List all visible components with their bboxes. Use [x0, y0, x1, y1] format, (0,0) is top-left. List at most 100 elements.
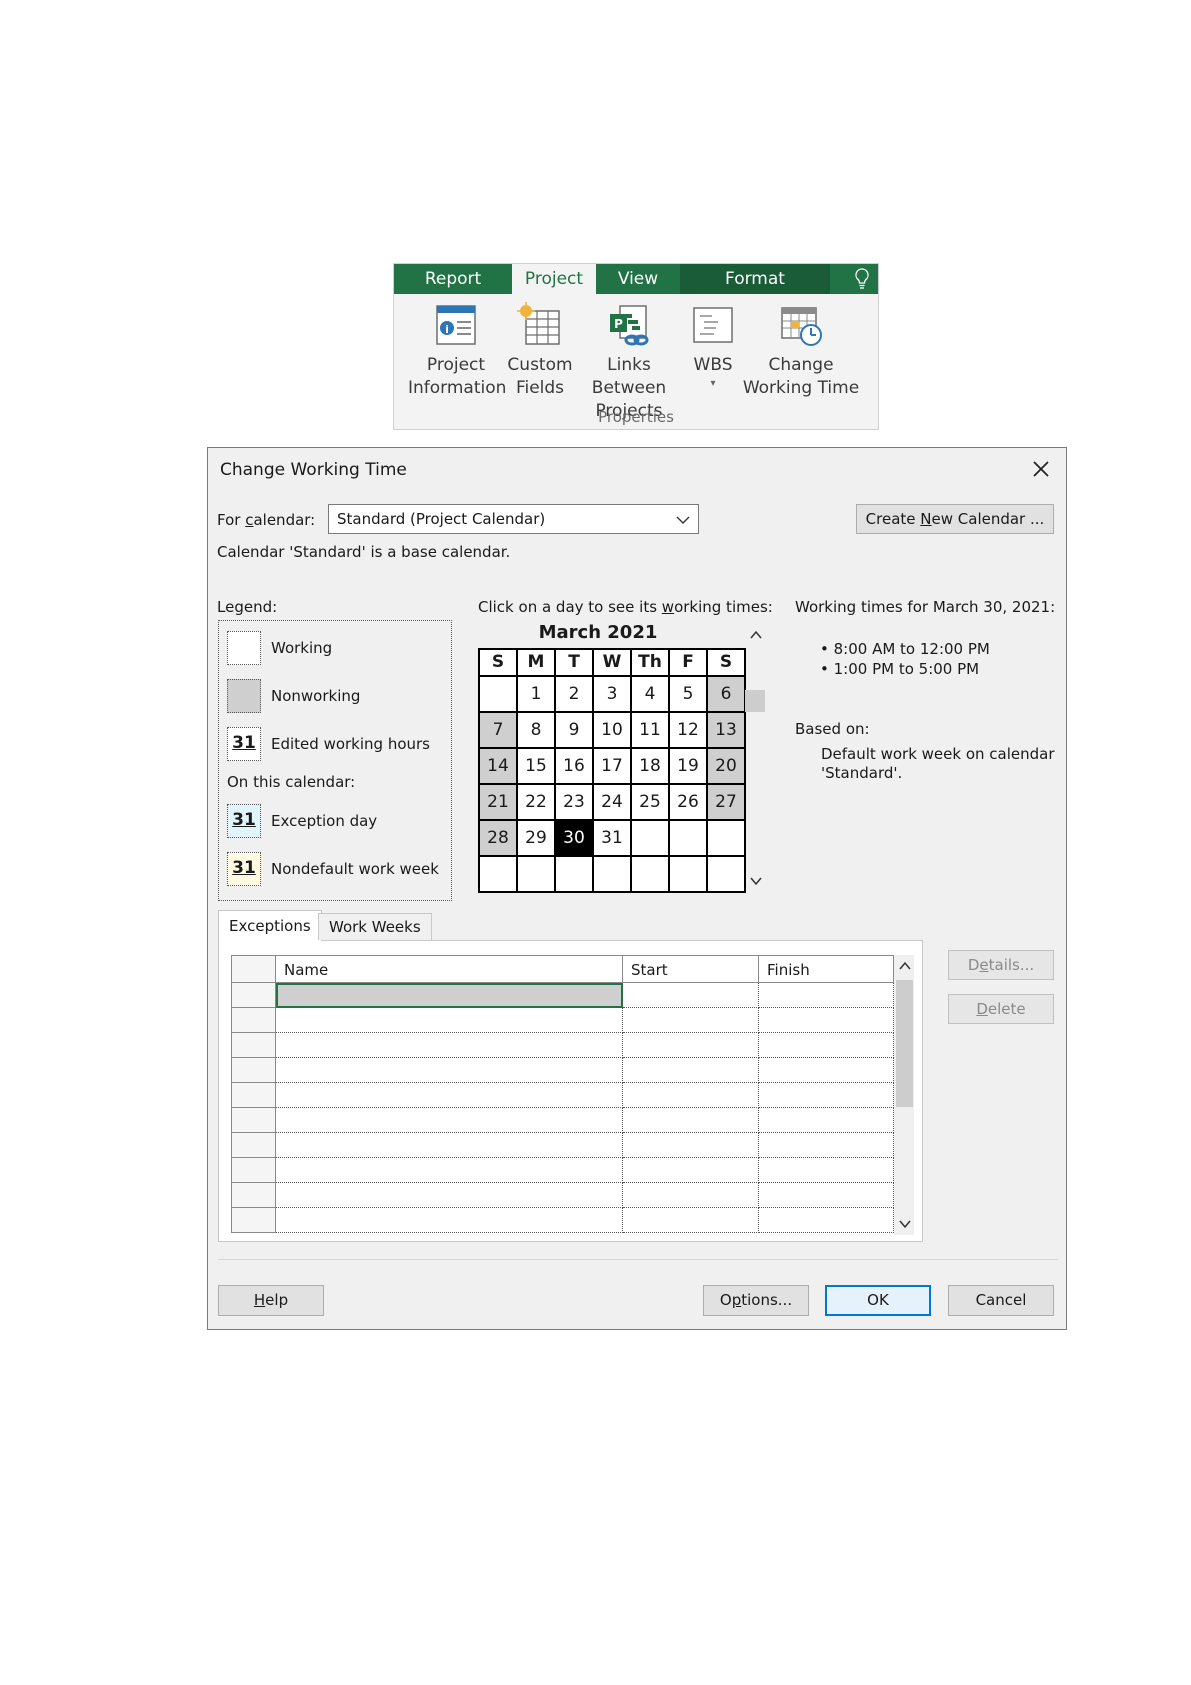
calendar-day-cell[interactable]: 9 [556, 713, 594, 749]
tab-format[interactable]: Format [680, 264, 830, 294]
wbs-dropdown-arrow-icon[interactable]: ▾ [684, 377, 742, 391]
table-scroll-thumb[interactable] [896, 980, 913, 1107]
tab-view[interactable]: View [596, 264, 680, 294]
row-header-cell[interactable] [231, 1033, 276, 1058]
calendar-day-cell[interactable]: 26 [670, 785, 708, 821]
start-cell[interactable] [623, 1158, 759, 1183]
close-icon[interactable] [1028, 456, 1054, 482]
calendar-day-cell[interactable]: 21 [480, 785, 518, 821]
start-cell[interactable] [623, 1183, 759, 1208]
calendar-day-cell[interactable]: 13 [708, 713, 746, 749]
calendar-day-cell[interactable]: 23 [556, 785, 594, 821]
start-cell[interactable] [623, 1058, 759, 1083]
name-cell[interactable] [276, 1158, 623, 1183]
row-header-cell[interactable] [231, 1008, 276, 1033]
calendar-day-cell[interactable]: 8 [518, 713, 556, 749]
name-cell[interactable] [276, 1083, 623, 1108]
row-header-cell[interactable] [231, 1133, 276, 1158]
table-scroll-up-icon[interactable] [898, 960, 912, 972]
calendar-day-cell[interactable]: 19 [670, 749, 708, 785]
table-scroll-down-icon[interactable] [898, 1218, 912, 1230]
start-cell[interactable] [623, 1133, 759, 1158]
finish-cell[interactable] [759, 1133, 894, 1158]
name-cell[interactable] [276, 1208, 623, 1233]
name-cell[interactable] [276, 983, 623, 1008]
table-row[interactable] [231, 1183, 894, 1208]
calendar-day-cell[interactable]: 20 [708, 749, 746, 785]
calendar-scroll-thumb[interactable] [745, 690, 765, 712]
calendar-day-cell[interactable]: 3 [594, 677, 632, 713]
finish-cell[interactable] [759, 1183, 894, 1208]
table-row[interactable] [231, 1008, 894, 1033]
calendar-day-cell[interactable]: 31 [594, 821, 632, 857]
table-row[interactable] [231, 1108, 894, 1133]
table-row[interactable] [231, 1058, 894, 1083]
calendar-day-cell[interactable]: 30 [556, 821, 594, 857]
column-header-finish[interactable]: Finish [759, 955, 894, 983]
table-row[interactable] [231, 1208, 894, 1233]
start-cell[interactable] [623, 1033, 759, 1058]
name-cell[interactable] [276, 1183, 623, 1208]
delete-button[interactable]: Delete [948, 994, 1054, 1024]
project-information-button[interactable]: i Project Information [408, 302, 506, 400]
tab-report[interactable]: Report [394, 264, 512, 294]
calendar-day-cell[interactable]: 29 [518, 821, 556, 857]
links-between-projects-button[interactable]: P Links Between Projects [574, 302, 684, 423]
finish-cell[interactable] [759, 983, 894, 1008]
ok-button[interactable]: OK [825, 1285, 931, 1316]
help-button[interactable]: Help [218, 1285, 324, 1316]
calendar-day-cell[interactable]: 14 [480, 749, 518, 785]
start-cell[interactable] [623, 1208, 759, 1233]
name-cell[interactable] [276, 1033, 623, 1058]
calendar-day-cell[interactable]: 7 [480, 713, 518, 749]
calendar-scroll-down-icon[interactable] [748, 874, 764, 888]
table-row[interactable] [231, 1033, 894, 1058]
finish-cell[interactable] [759, 1083, 894, 1108]
calendar-day-cell[interactable]: 1 [518, 677, 556, 713]
calendar-day-cell[interactable]: 18 [632, 749, 670, 785]
finish-cell[interactable] [759, 1033, 894, 1058]
month-calendar[interactable]: S M T W Th F S 1 2 3 4 5 6 7 8 9 10 11 12 13 14 15 16 17 18 19 20 2… [478, 648, 746, 893]
finish-cell[interactable] [759, 1108, 894, 1133]
calendar-day-cell[interactable]: 27 [708, 785, 746, 821]
for-calendar-select[interactable]: Standard (Project Calendar) [328, 504, 699, 534]
table-row[interactable] [231, 1083, 894, 1108]
cancel-button[interactable]: Cancel [948, 1285, 1054, 1316]
change-working-time-button[interactable]: Change Working Time [742, 302, 860, 400]
calendar-day-cell[interactable]: 24 [594, 785, 632, 821]
name-cell[interactable] [276, 1133, 623, 1158]
start-cell[interactable] [623, 1108, 759, 1133]
wbs-button[interactable]: WBS ▾ [684, 302, 742, 391]
tell-me-lightbulb-icon[interactable] [854, 267, 870, 291]
calendar-day-cell[interactable]: 5 [670, 677, 708, 713]
finish-cell[interactable] [759, 1208, 894, 1233]
custom-fields-button[interactable]: Custom Fields [506, 302, 574, 400]
calendar-day-cell[interactable]: 2 [556, 677, 594, 713]
row-header-cell[interactable] [231, 1058, 276, 1083]
calendar-day-cell[interactable]: 15 [518, 749, 556, 785]
table-row[interactable] [231, 983, 894, 1008]
calendar-scroll-up-icon[interactable] [748, 628, 764, 642]
options-button[interactable]: Options... [703, 1285, 809, 1316]
tab-exceptions[interactable]: Exceptions [218, 910, 322, 941]
row-header-cell[interactable] [231, 1158, 276, 1183]
column-header-start[interactable]: Start [623, 955, 759, 983]
start-cell[interactable] [623, 1008, 759, 1033]
name-cell[interactable] [276, 1058, 623, 1083]
start-cell[interactable] [623, 983, 759, 1008]
finish-cell[interactable] [759, 1158, 894, 1183]
calendar-day-cell[interactable]: 17 [594, 749, 632, 785]
finish-cell[interactable] [759, 1058, 894, 1083]
table-row[interactable] [231, 1158, 894, 1183]
calendar-day-cell[interactable]: 12 [670, 713, 708, 749]
calendar-day-cell[interactable]: 28 [480, 821, 518, 857]
exceptions-table[interactable]: Name Start Finish [231, 955, 894, 1235]
create-new-calendar-button[interactable]: Create New Calendar ... [856, 504, 1054, 534]
column-header-name[interactable]: Name [276, 955, 623, 983]
row-header-cell[interactable] [231, 1208, 276, 1233]
calendar-day-cell[interactable]: 11 [632, 713, 670, 749]
calendar-day-cell[interactable]: 16 [556, 749, 594, 785]
name-cell[interactable] [276, 1108, 623, 1133]
row-header-cell[interactable] [231, 1083, 276, 1108]
start-cell[interactable] [623, 1083, 759, 1108]
